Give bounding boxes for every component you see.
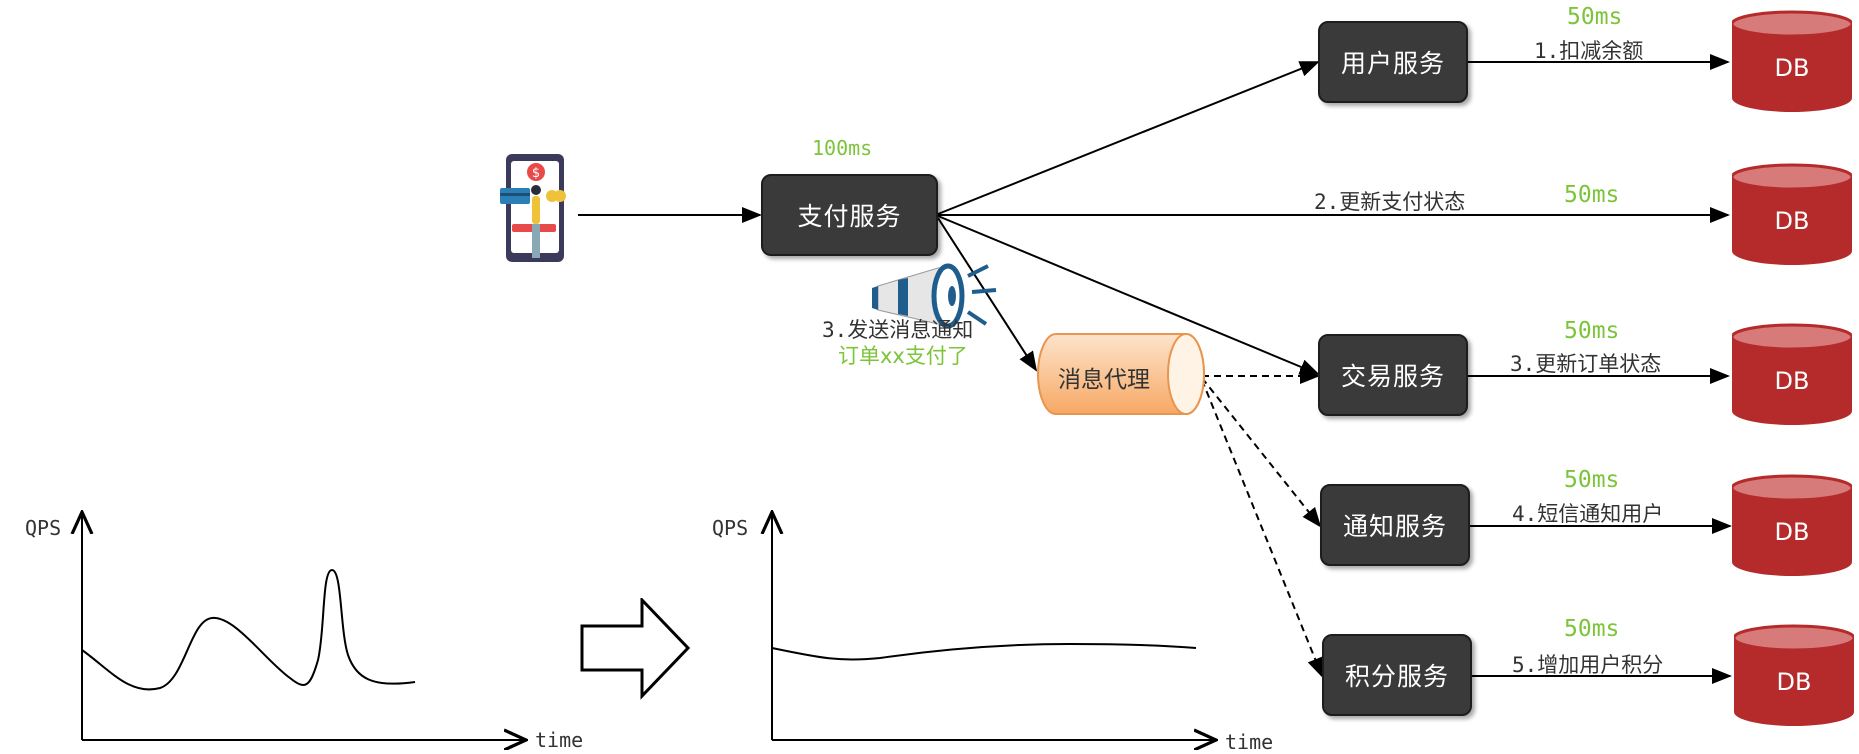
- database-user: DB: [1732, 10, 1852, 112]
- step-3-message-detail: 订单xx支付了: [838, 344, 968, 368]
- step-2-label: 2.更新支付状态: [1314, 190, 1466, 214]
- right-arrow-icon: [580, 598, 690, 700]
- edge-broker-notify: [1201, 377, 1322, 528]
- qps-smooth-line: [771, 642, 1197, 661]
- payment-service-label: 支付服务: [797, 202, 902, 231]
- trade-service-label: 交易服务: [1340, 362, 1445, 391]
- left-chart-xlabel: time: [535, 728, 584, 752]
- right-chart-xlabel: time: [1225, 730, 1274, 754]
- timing-user: 50ms: [1567, 4, 1623, 30]
- database-trade: DB: [1732, 323, 1852, 425]
- db-label: DB: [1774, 207, 1810, 235]
- payment-service-box: 支付服务: [761, 174, 938, 256]
- db-label: DB: [1774, 367, 1810, 395]
- database-points: DB: [1734, 624, 1854, 726]
- timing-points: 50ms: [1564, 616, 1620, 642]
- qps-chart-smooth: [690, 510, 1290, 750]
- left-chart-ylabel: QPS: [25, 516, 62, 540]
- database-payment: DB: [1732, 163, 1852, 265]
- message-broker: 消息代理: [1036, 332, 1206, 416]
- svg-text:$: $: [532, 166, 540, 181]
- notify-service-box: 通知服务: [1320, 484, 1470, 566]
- architecture-diagram: $ 支付服务 用户服务 交易服务 通知服务 积分服务 消息代理 DB DB DB…: [0, 0, 1859, 754]
- message-broker-label: 消息代理: [1058, 367, 1150, 393]
- db-label: DB: [1776, 668, 1812, 696]
- db-label: DB: [1774, 54, 1810, 82]
- points-service-label: 积分服务: [1344, 662, 1449, 691]
- qps-chart-spiky: [0, 510, 600, 750]
- db-label: DB: [1774, 518, 1810, 546]
- step-4-label: 4.短信通知用户: [1512, 502, 1664, 526]
- right-chart-ylabel: QPS: [712, 516, 749, 540]
- database-notify: DB: [1732, 474, 1852, 576]
- timing-notify: 50ms: [1564, 467, 1620, 493]
- points-service-box: 积分服务: [1322, 634, 1472, 716]
- user-service-label: 用户服务: [1340, 49, 1445, 78]
- step-1-label: 1.扣减余额: [1534, 39, 1644, 63]
- step-3-trade-label: 3.更新订单状态: [1510, 352, 1662, 376]
- notify-service-label: 通知服务: [1342, 512, 1447, 541]
- edge-payment-user: [937, 61, 1320, 215]
- step-5-label: 5.增加用户积分: [1512, 653, 1664, 677]
- timing-trade: 50ms: [1564, 318, 1620, 344]
- user-service-box: 用户服务: [1318, 21, 1468, 103]
- qps-spiky-line: [81, 568, 416, 691]
- phone-payment-icon: $: [500, 154, 566, 262]
- trade-service-box: 交易服务: [1318, 334, 1468, 416]
- timing-pay-status: 50ms: [1564, 182, 1620, 208]
- timing-payment: 100ms: [812, 136, 873, 160]
